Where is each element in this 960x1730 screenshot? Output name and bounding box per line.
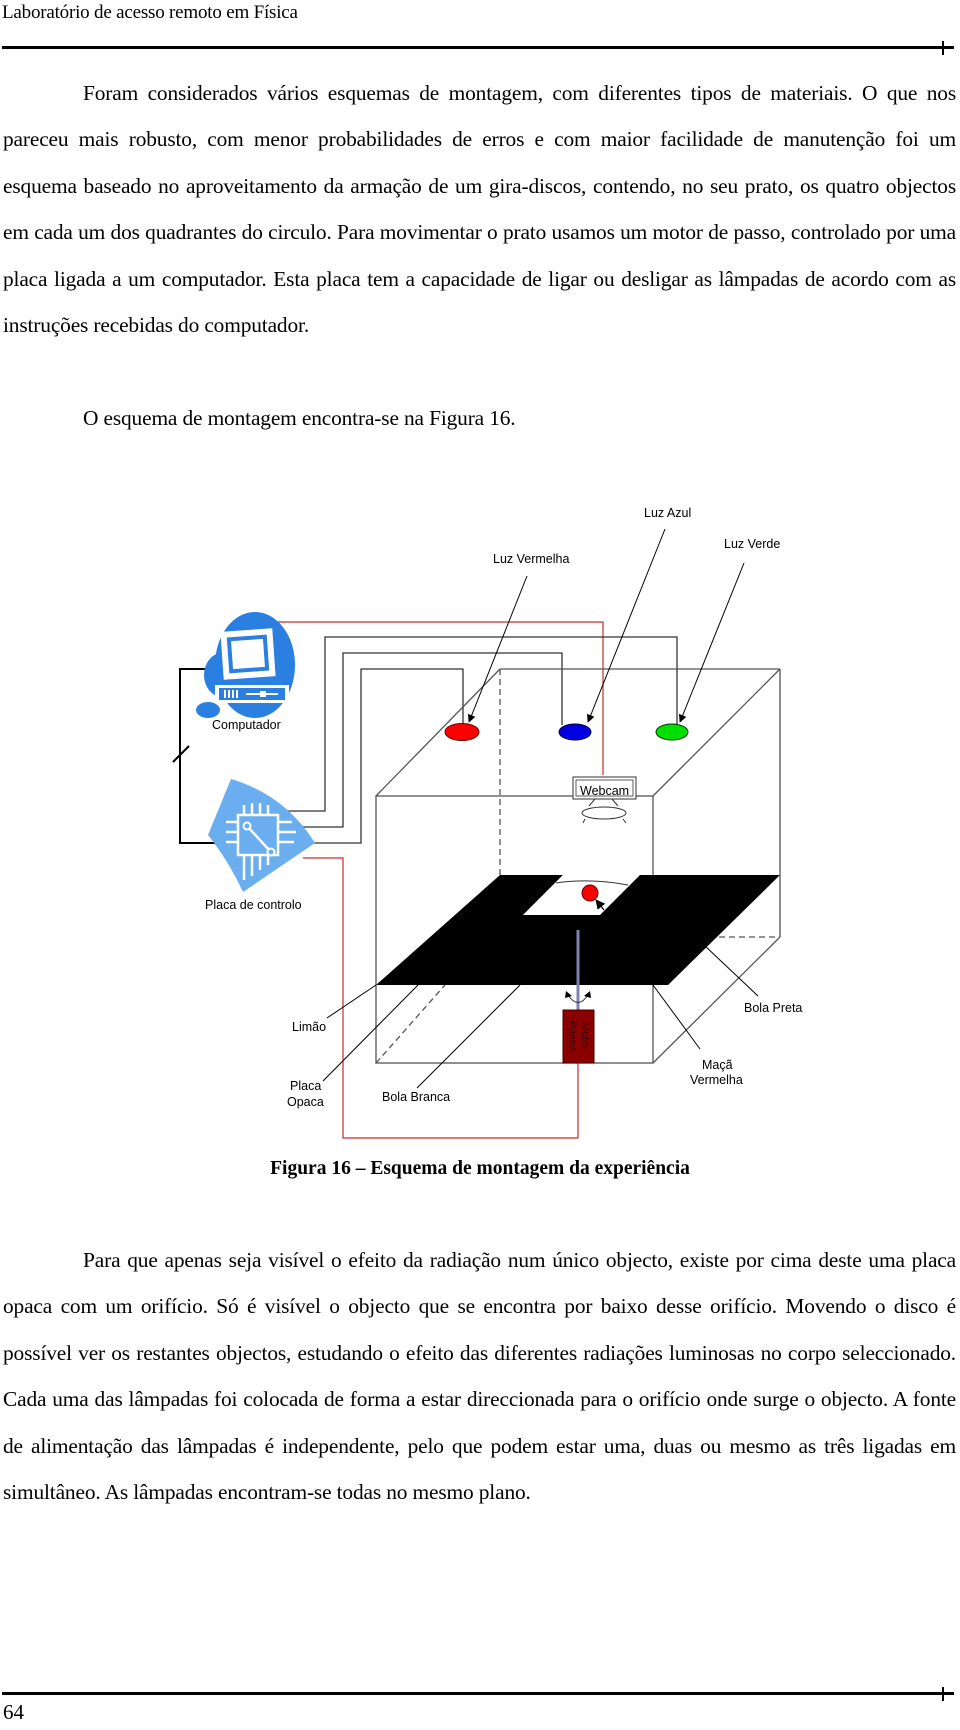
control-board-icon <box>208 779 315 892</box>
label-bola-branca: Bola Branca <box>382 1090 450 1104</box>
green-lamp <box>655 723 689 741</box>
blue-lamp-leader <box>586 528 666 723</box>
label-placa-opaca-line1: Placa <box>290 1079 321 1093</box>
computer-icon <box>196 612 295 718</box>
figure-caption: Figura 16 – Esquema de montagem da exper… <box>270 1158 690 1179</box>
page-number: 64 <box>3 1700 24 1724</box>
paragraph-3-text: Para que apenas seja visível o efeito da… <box>3 1248 956 1505</box>
label-luz-azul: Luz Azul <box>644 506 691 520</box>
webcam-cable <box>262 621 604 775</box>
label-maca-line1: Maçã <box>702 1058 733 1072</box>
green-lamp-leader <box>678 562 745 723</box>
red-lamp-wire <box>283 668 464 844</box>
label-bola-preta: Bola Preta <box>744 1001 802 1015</box>
footer-rule-tick <box>942 1687 944 1701</box>
label-placa-opaca-line2: Opaca <box>287 1095 324 1109</box>
paragraph-3: Para que apenas seja visível o efeito da… <box>3 1237 956 1515</box>
label-luz-verde: Luz Verde <box>724 537 780 551</box>
label-maca-line2: Vermelha <box>690 1073 743 1087</box>
label-luz-vermelha: Luz Vermelha <box>493 552 569 566</box>
footer-rule <box>2 1692 954 1695</box>
label-computador: Computador <box>212 718 281 732</box>
blue-lamp <box>558 723 592 741</box>
label-limao: Limão <box>292 1020 326 1034</box>
figure-16-diagram: Motor Passo Luz Azul Luz Verde Luz Verme… <box>172 506 802 1139</box>
label-webcam: Webcam <box>580 784 629 798</box>
computer-board-cable <box>179 668 220 844</box>
visible-object-ball <box>581 884 599 902</box>
motor-label-line1: Motor <box>579 1022 591 1050</box>
rotation-arrow-head-left <box>565 991 572 998</box>
rotation-arrow-head-right <box>584 991 591 998</box>
red-lamp <box>444 723 480 741</box>
motor-label-line2: Passo <box>566 1021 578 1052</box>
label-placa-controlo: Placa de controlo <box>205 898 302 912</box>
red-lamp-leader <box>467 575 528 723</box>
